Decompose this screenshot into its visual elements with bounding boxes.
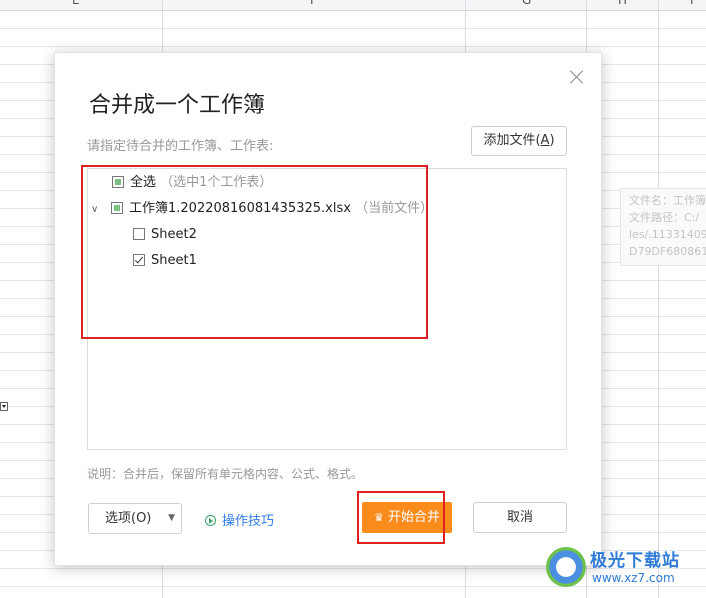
cancel-button[interactable]: 取消 bbox=[473, 502, 567, 533]
watermark: 极光下载站 www.xz7.com bbox=[544, 544, 704, 596]
close-icon[interactable] bbox=[569, 69, 585, 85]
highlight-box-tree bbox=[81, 165, 428, 339]
merge-note: 说明：合并后，保留所有单元格内容、公式、格式。 bbox=[87, 467, 364, 481]
tooltip-line: 文件路径：C:/ bbox=[629, 211, 700, 224]
column-letter: I bbox=[690, 0, 694, 7]
dialog-title: 合并成一个工作簿 bbox=[89, 93, 266, 118]
tooltip-line: 文件名：工作簿 bbox=[629, 194, 706, 207]
tooltip-line: les/.113314094 bbox=[629, 228, 706, 241]
add-file-label: 添加文件( bbox=[483, 133, 541, 148]
highlight-box-start bbox=[357, 491, 445, 544]
play-icon bbox=[205, 515, 216, 526]
column-letter: F bbox=[310, 0, 317, 7]
tips-label: 操作技巧 bbox=[222, 514, 275, 529]
tooltip-line: D79DF6808617 bbox=[629, 245, 706, 258]
tips-link[interactable]: 操作技巧 bbox=[205, 510, 274, 529]
column-letter: H bbox=[618, 0, 628, 7]
file-tooltip: 文件名：工作簿 文件路径：C:/ les/.113314094 D79DF680… bbox=[620, 188, 706, 266]
dialog-subtitle: 请指定待合并的工作簿、工作表: bbox=[87, 139, 274, 154]
add-file-label-end: ) bbox=[549, 133, 555, 148]
column-letter: E bbox=[72, 0, 80, 7]
watermark-title: 极光下载站 bbox=[590, 551, 680, 571]
grid-row-line bbox=[0, 46, 706, 47]
column-letter: G bbox=[522, 0, 532, 7]
watermark-logo-icon bbox=[546, 547, 586, 587]
chevron-down-icon: ▼ bbox=[168, 513, 175, 523]
dropdown-marker-icon[interactable] bbox=[0, 402, 8, 411]
grid-column-line bbox=[658, 0, 659, 598]
grid-row-line bbox=[0, 28, 706, 29]
column-header-bar: E F G H I bbox=[0, 0, 706, 11]
add-file-button[interactable]: 添加文件(A) bbox=[471, 126, 567, 156]
options-label: 选项(O) bbox=[105, 511, 152, 526]
options-dropdown-button[interactable]: 选项(O) ▼ bbox=[88, 503, 182, 534]
watermark-url: www.xz7.com bbox=[592, 571, 675, 585]
